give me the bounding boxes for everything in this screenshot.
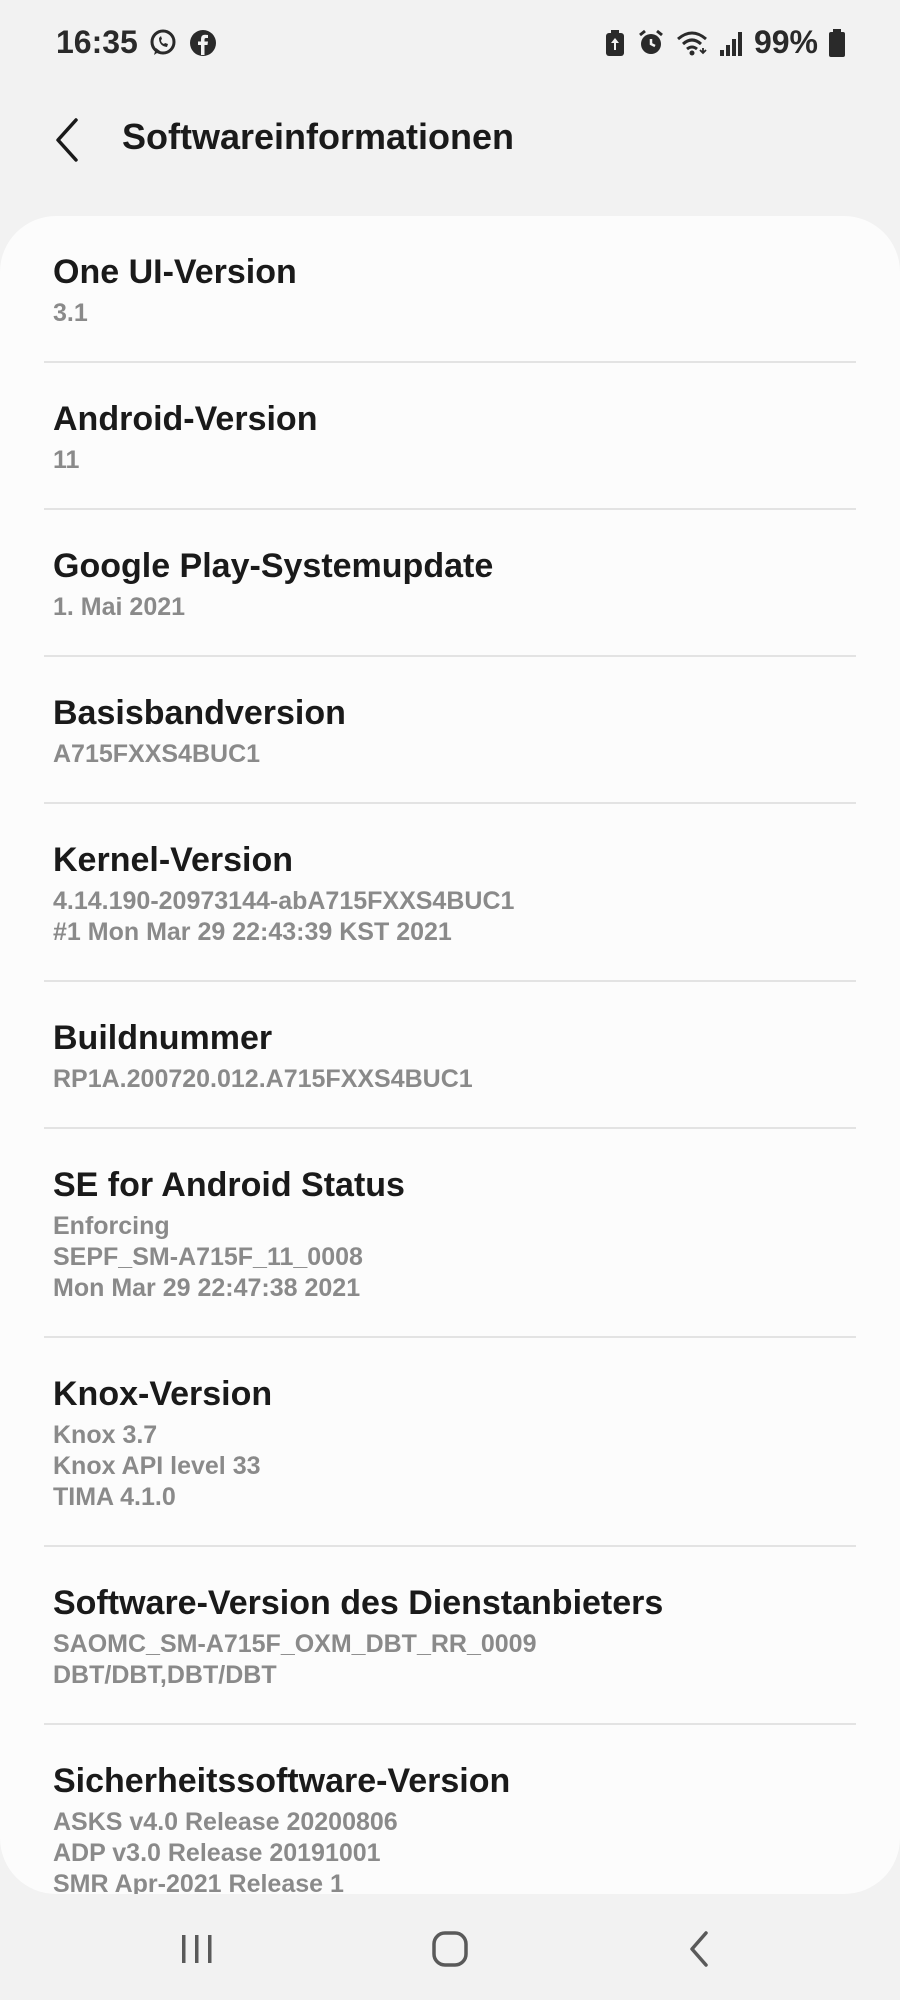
home-button[interactable] [420,1924,480,1974]
item-value: Knox API level 33 [53,1452,261,1480]
item-value: A715FXXS4BUC1 [53,740,261,768]
item-title: Sicherheitssoftware-Version [53,1762,511,1800]
back-icon [680,1929,720,1969]
item-title: SE for Android Status [53,1166,405,1204]
item-value: TIMA 4.1.0 [53,1483,176,1511]
item-value: #1 Mon Mar 29 22:43:39 KST 2021 [53,918,452,946]
battery-saver-icon [604,28,626,58]
item-value: Enforcing [53,1212,170,1240]
item-title: Basisbandversion [53,694,346,732]
whatsapp-icon [148,28,178,58]
item-value: 4.14.190-20973144-abA715FXXS4BUC1 [53,887,515,915]
item-value: 11 [53,446,80,474]
back-button[interactable] [48,110,88,170]
alarm-icon [636,28,666,58]
item-value: ADP v3.0 Release 20191001 [53,1839,381,1867]
info-item-one-ui-version[interactable]: One UI-Version 3.1 [44,216,856,363]
chevron-left-icon [48,110,88,170]
item-value: SEPF_SM-A715F_11_0008 [53,1243,363,1271]
notification-icons [148,28,218,58]
app-header: Softwareinformationen [0,100,900,180]
info-item-kernel-version[interactable]: Kernel-Version 4.14.190-20973144-abA715F… [44,804,856,982]
item-value: SAOMC_SM-A715F_OXM_DBT_RR_0009 [53,1630,537,1658]
item-value: DBT/DBT,DBT/DBT [53,1661,277,1689]
info-item-se-for-android-status[interactable]: SE for Android Status Enforcing SEPF_SM-… [44,1129,856,1338]
item-value: RP1A.200720.012.A715FXXS4BUC1 [53,1065,473,1093]
item-value: Knox 3.7 [53,1421,158,1449]
item-title: One UI-Version [53,253,297,291]
info-item-software-version-dienstanbieter[interactable]: Software-Version des Dienstanbieters SAO… [44,1547,856,1725]
info-item-sicherheitssoftware-version[interactable]: Sicherheitssoftware-Version ASKS v4.0 Re… [44,1725,856,1894]
item-title: Knox-Version [53,1375,273,1413]
battery-icon [828,28,846,58]
item-title: Kernel-Version [53,841,293,879]
software-info-list: One UI-Version 3.1 Android-Version 11 Go… [0,216,900,1894]
item-value: SMR Apr-2021 Release 1 [53,1870,344,1894]
nav-back-button[interactable] [670,1924,730,1974]
recent-apps-button[interactable] [167,1924,227,1974]
item-title: Google Play-Systemupdate [53,547,494,585]
home-icon [430,1929,470,1969]
status-bar: 16:35 99% [0,0,900,90]
item-value: 3.1 [53,299,88,327]
signal-icon [718,28,744,58]
info-item-basisbandversion[interactable]: Basisbandversion A715FXXS4BUC1 [44,657,856,804]
facebook-icon [188,28,218,58]
item-title: Software-Version des Dienstanbieters [53,1584,664,1622]
info-item-android-version[interactable]: Android-Version 11 [44,363,856,510]
system-icons: 99% [604,24,846,61]
page-title: Softwareinformationen [122,116,515,157]
recent-apps-icon [177,1929,217,1969]
wifi-icon [676,28,708,58]
info-item-buildnummer[interactable]: Buildnummer RP1A.200720.012.A715FXXS4BUC… [44,982,856,1129]
item-value: 1. Mai 2021 [53,593,186,621]
item-title: Android-Version [53,400,318,438]
info-item-knox-version[interactable]: Knox-Version Knox 3.7 Knox API level 33 … [44,1338,856,1547]
item-title: Buildnummer [53,1019,273,1057]
item-value: ASKS v4.0 Release 20200806 [53,1808,398,1836]
item-value: Mon Mar 29 22:47:38 2021 [53,1274,361,1302]
navigation-bar [0,1896,900,2000]
status-time: 16:35 [56,24,138,60]
battery-percentage: 99% [753,24,818,60]
info-item-google-play-systemupdate[interactable]: Google Play-Systemupdate 1. Mai 2021 [44,510,856,657]
